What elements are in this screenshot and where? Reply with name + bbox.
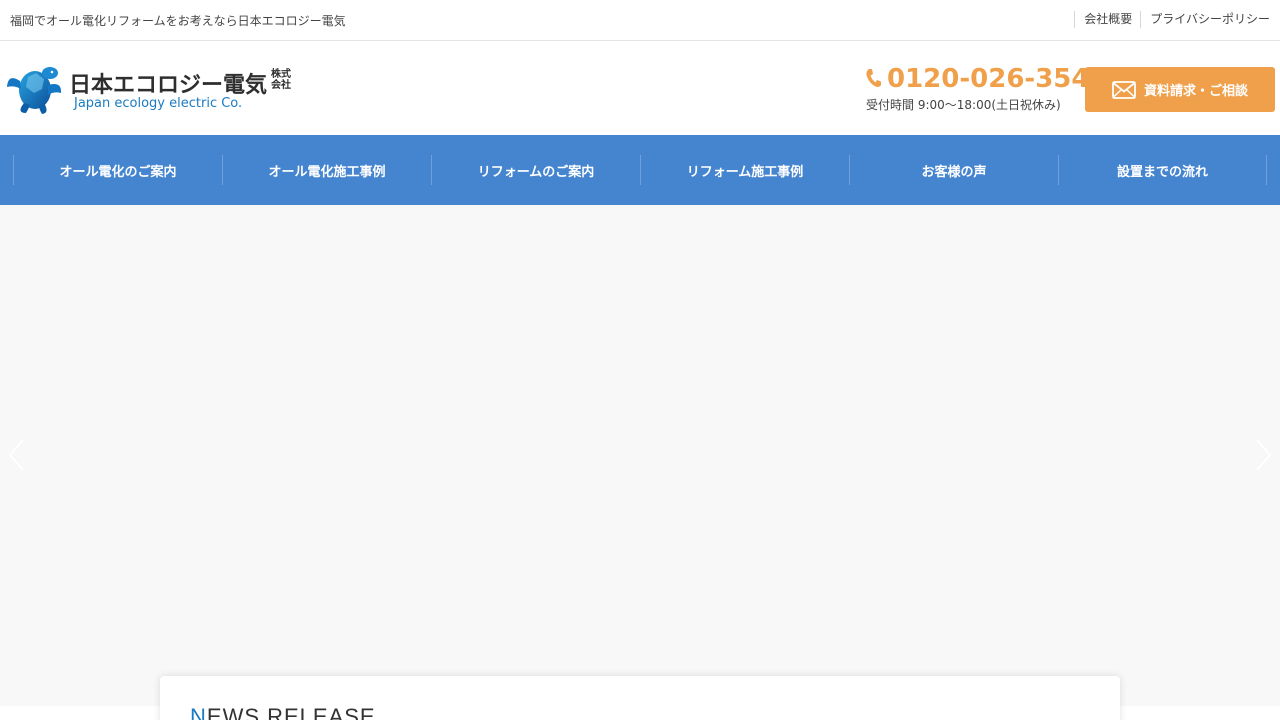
phone-icon [866,69,881,87]
nav-item-all-electric-cases[interactable]: オール電化施工事例 [222,155,431,185]
mail-icon [1112,80,1136,99]
phone-hours: 受付時間 9:00〜18:00(土日祝休み) [866,98,1061,112]
contact-request-button[interactable]: 資料請求・ご相談 [1085,67,1275,112]
news-title-initial: N [190,704,207,720]
hero-slider [0,205,1280,706]
news-title-rest: EWS RELEASE [206,704,376,720]
nav-item-all-electric-guide[interactable]: オール電化のご案内 [13,155,222,185]
news-release-title: NEWS RELEASE [190,704,376,720]
top-bar: 福岡でオール電化リフォームをお考えなら日本エコロジー電気 会社概要 プライバシー… [0,0,1280,41]
site-tagline: 福岡でオール電化リフォームをお考えなら日本エコロジー電気 [10,14,346,28]
turtle-logo-icon [7,67,62,114]
global-nav: オール電化のご案内 オール電化施工事例 リフォームのご案内 リフォーム施工事例 … [0,135,1280,205]
nav-item-reform-guide[interactable]: リフォームのご案内 [431,155,640,185]
site-logo[interactable]: 日本エコロジー電気 株式会社 Japan ecology electric Co… [6,63,306,117]
nav-item-customer-voices[interactable]: お客様の声 [849,155,1058,185]
phone-number[interactable]: 0120-026-354 [887,64,1090,94]
top-link-privacy[interactable]: プライバシーポリシー [1140,11,1270,28]
site-header: 日本エコロジー電気 株式会社 Japan ecology electric Co… [0,41,1280,135]
logo-text: 日本エコロジー電気 [69,73,268,98]
top-links: 会社概要 プライバシーポリシー [1066,11,1270,28]
top-link-company[interactable]: 会社概要 [1074,11,1132,28]
chevron-left-icon[interactable] [6,437,26,473]
nav-item-installation-flow[interactable]: 設置までの流れ [1058,155,1267,185]
logo-kabushikigaisha: 株式会社 [271,69,291,91]
news-release-card: NEWS RELEASE [160,676,1120,720]
nav-item-reform-cases[interactable]: リフォーム施工事例 [640,155,849,185]
chevron-right-icon[interactable] [1254,437,1274,473]
contact-request-label: 資料請求・ご相談 [1143,84,1248,99]
logo-subtitle: Japan ecology electric Co. [74,96,243,111]
